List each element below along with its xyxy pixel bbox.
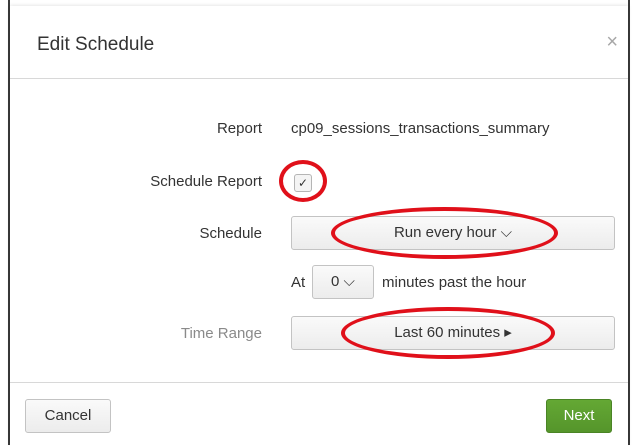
close-icon[interactable]: × bbox=[606, 32, 618, 52]
report-value: cp09_sessions_transactions_summary bbox=[291, 120, 550, 137]
screenshot-frame: Edit Schedule × Report cp09_sessions_tra… bbox=[0, 0, 638, 446]
next-button[interactable]: Next bbox=[546, 399, 612, 433]
time-range-label: Time Range bbox=[180, 325, 262, 342]
window-edge-right bbox=[628, 0, 630, 445]
cancel-button[interactable]: Cancel bbox=[25, 399, 111, 433]
schedule-report-checkbox[interactable]: ✓ bbox=[294, 174, 312, 192]
checkmark-icon: ✓ bbox=[297, 176, 309, 190]
schedule-dropdown[interactable]: Run every hour ⌵ bbox=[291, 216, 615, 250]
dialog-footer: Cancel Next bbox=[10, 382, 628, 446]
dialog-header: Edit Schedule × bbox=[10, 6, 628, 79]
minutes-suffix-label: minutes past the hour bbox=[382, 274, 527, 291]
dialog-title: Edit Schedule bbox=[37, 34, 155, 55]
time-range-picker[interactable]: Last 60 minutes ▸ bbox=[291, 316, 615, 350]
schedule-report-label: Schedule Report bbox=[150, 173, 262, 190]
minutes-dropdown[interactable]: 0 ⌵ bbox=[312, 265, 374, 299]
edit-schedule-dialog: Edit Schedule × Report cp09_sessions_tra… bbox=[10, 6, 628, 446]
at-label: At bbox=[291, 274, 306, 291]
schedule-label: Schedule bbox=[199, 225, 262, 242]
report-label: Report bbox=[216, 120, 262, 137]
